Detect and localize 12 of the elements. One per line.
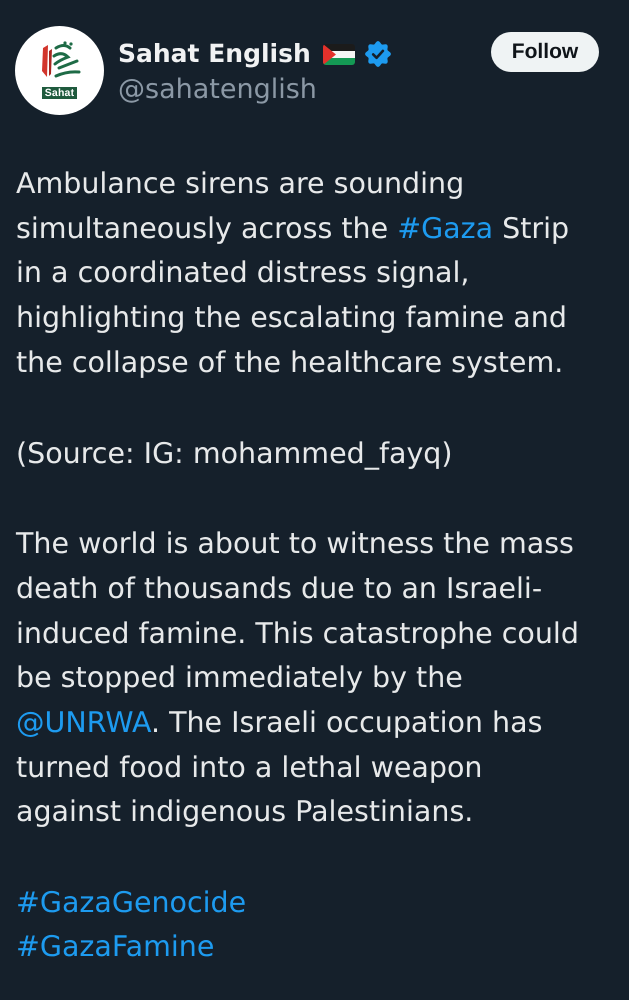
hashtag-link[interactable]: #Gaza (397, 212, 494, 245)
flag-icon (322, 44, 355, 64)
post-text: The world is about to witness the mass death of thousands due to an Israeli-induced famine. This catastrophe could be stopped immediately by the @UNRWA. The Israeli occupation has turned food into a lethal weapon against indigenous Palestinians. (16, 526, 580, 830)
post-text: (Source: IG: mohammed_fayq) (16, 436, 454, 472)
mention-link[interactable]: @UNRWA (16, 706, 151, 740)
logo-label: Sahat (42, 87, 78, 99)
follow-button[interactable]: Follow (491, 32, 599, 72)
username: @sahatenglish (118, 73, 318, 107)
post-text: Ambulance sirens are sounding simultaneously across the #Gaza Strip in a coordinated distress signal, highlighting the escalating famine and the collapse of the healthcare system. (16, 166, 570, 381)
hashtag-link[interactable]: #GazaFamine (16, 930, 214, 963)
hashtag-link[interactable]: #GazaGenocide (16, 886, 246, 920)
display-name: Sahat English (118, 38, 311, 70)
